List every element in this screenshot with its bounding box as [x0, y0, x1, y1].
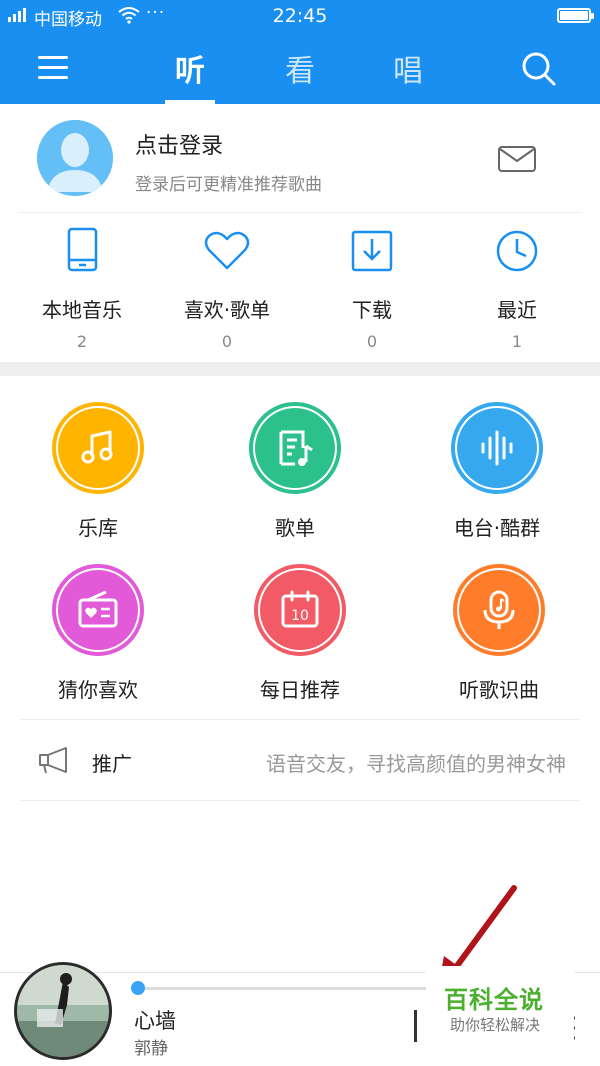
- promo-text: 语音交友，寻找高颜值的男神女神: [266, 752, 566, 776]
- library-button-ring: [52, 402, 144, 494]
- song-title: 心墙: [134, 1009, 176, 1033]
- quick-label: 下载: [352, 298, 392, 322]
- heart-icon: [204, 231, 250, 270]
- grid-label: 听歌识曲: [459, 678, 539, 702]
- grid-guess-you-like[interactable]: 猜你喜欢: [8, 564, 188, 703]
- clock-icon: [496, 230, 538, 272]
- mail-icon[interactable]: [497, 144, 537, 174]
- playlist-icon: [279, 430, 313, 466]
- watermark: 百科全说 助你轻松解决: [426, 966, 574, 1042]
- calendar-icon: 10: [281, 590, 319, 628]
- download-icon: [351, 230, 393, 272]
- song-artist: 郭静: [134, 1039, 168, 1059]
- quick-local-music[interactable]: 本地音乐 2: [17, 226, 147, 351]
- music-note-icon: [81, 430, 113, 464]
- grid-label: 电台·酷群: [453, 516, 541, 540]
- megaphone-icon: [39, 747, 67, 774]
- login-title[interactable]: 点击登录: [135, 128, 223, 160]
- divider: [20, 212, 580, 213]
- progress-track[interactable]: [138, 987, 438, 990]
- grid-song-recognition[interactable]: 听歌识曲: [409, 564, 589, 703]
- promo-row[interactable]: 推广 语音交友，寻找高颜值的男神女神: [20, 720, 580, 800]
- search-icon[interactable]: [518, 48, 558, 88]
- calendar-day: 10: [291, 608, 309, 624]
- login-subtitle: 登录后可更精准推荐歌曲: [135, 175, 322, 195]
- guess-button-ring: [52, 564, 144, 656]
- grid-radio-group[interactable]: 电台·酷群: [407, 402, 587, 541]
- watermark-subtitle: 助你轻松解决: [450, 1016, 541, 1034]
- quick-recent[interactable]: 最近 1: [452, 226, 582, 351]
- promo-label: 推广: [92, 752, 132, 776]
- grid-label: 乐库: [78, 516, 118, 540]
- watermark-title: 百科全说: [444, 986, 544, 1014]
- battery-icon: [557, 8, 594, 23]
- grid-label: 猜你喜欢: [58, 678, 138, 702]
- play-pause-button[interactable]: [414, 1010, 417, 1042]
- quick-download[interactable]: 下载 0: [307, 226, 437, 351]
- album-art[interactable]: [14, 962, 112, 1060]
- quick-count: 2: [76, 332, 88, 351]
- menu-button[interactable]: [36, 50, 72, 84]
- top-bar: 中国移动 ··· 22:45 听 看 唱: [0, 0, 600, 104]
- tab-sing[interactable]: 唱: [378, 46, 438, 90]
- quick-count: 1: [511, 332, 523, 351]
- grid-playlist[interactable]: 歌单: [205, 402, 385, 541]
- section-separator: [0, 362, 600, 376]
- mic-note-icon: [483, 590, 515, 629]
- active-tab-indicator: [165, 100, 215, 104]
- tab-watch[interactable]: 看: [270, 46, 330, 90]
- quick-count: 0: [221, 332, 233, 351]
- progress-thumb[interactable]: [131, 981, 145, 995]
- quick-label: 本地音乐: [42, 298, 122, 322]
- quick-label: 最近: [497, 298, 537, 322]
- playlist-button-ring: [249, 402, 341, 494]
- radio-group-button-ring: [451, 402, 543, 494]
- recognition-button-ring: [453, 564, 545, 656]
- quick-favorites[interactable]: 喜欢·歌单 0: [162, 226, 292, 351]
- grid-label: 歌单: [275, 516, 315, 540]
- divider: [20, 800, 580, 801]
- grid-label: 每日推荐: [260, 678, 340, 702]
- album-cover-image: [17, 965, 109, 1057]
- quick-label: 喜欢·歌单: [183, 298, 271, 322]
- phone-icon: [67, 227, 98, 272]
- waveform-icon: [481, 430, 513, 466]
- radio-icon: [78, 590, 118, 628]
- user-icon: [37, 120, 113, 196]
- status-bar: 中国移动 ··· 22:45: [0, 0, 600, 32]
- tab-listen[interactable]: 听: [160, 46, 220, 90]
- grid-library[interactable]: 乐库: [8, 402, 188, 541]
- quick-count: 0: [366, 332, 378, 351]
- daily-button-ring: 10: [254, 564, 346, 656]
- avatar[interactable]: [37, 120, 113, 196]
- grid-daily-picks[interactable]: 10 每日推荐: [210, 564, 390, 703]
- status-time: 22:45: [272, 5, 328, 27]
